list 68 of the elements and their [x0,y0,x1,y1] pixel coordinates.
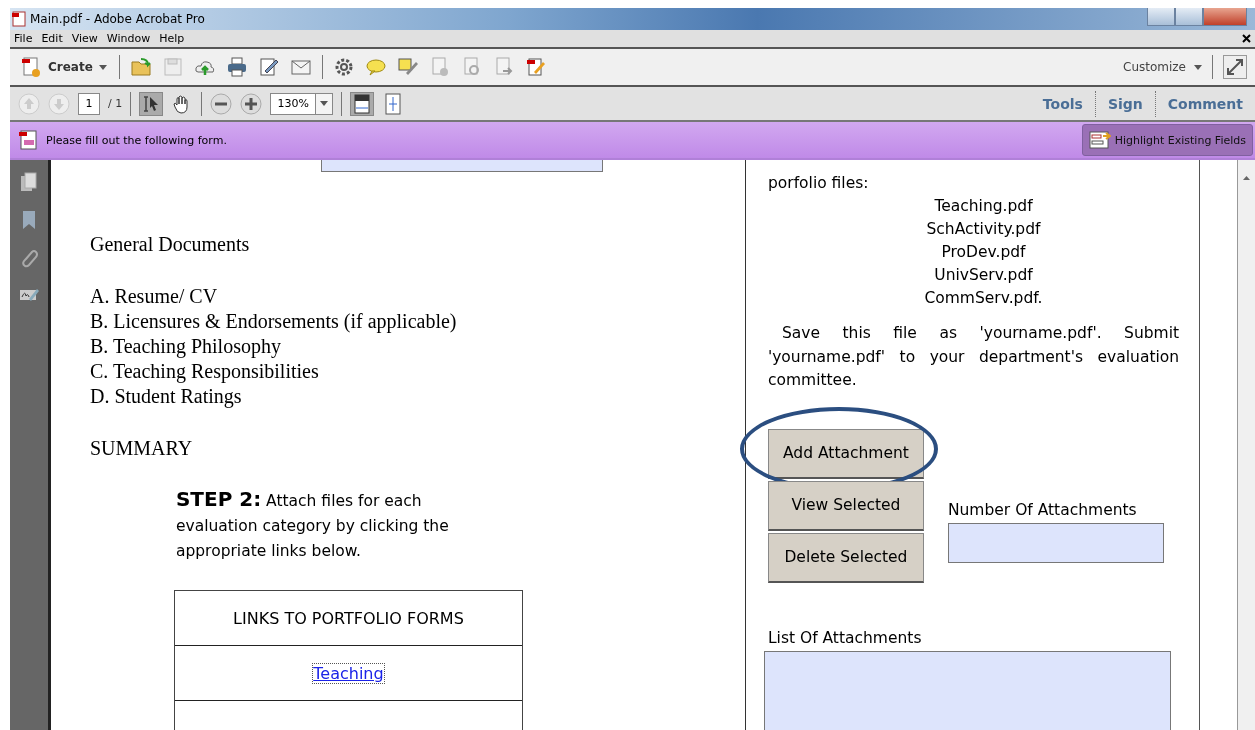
pane-tab[interactable]: Comment [1163,95,1247,112]
highlight-fields-button[interactable]: Highlight Existing Fields [1081,124,1253,156]
paragraph-text: Save this file as 'yourname.pdf'. Submit 'yourname.pdf' to your department's evaluation committee. [767,323,1180,391]
folder-icon[interactable] [129,56,152,78]
pane-tab[interactable]: Tools [1038,95,1087,112]
document-pen-icon[interactable] [257,56,280,78]
portfolio-link[interactable]: Teaching [313,663,384,683]
fields-icon [1088,131,1111,149]
list-item: C. Teaching Responsibilities [89,359,320,384]
form-button[interactable]: View Selected [767,480,924,531]
zoom-in-icon[interactable] [240,92,263,115]
page-number-field[interactable]: 1 [78,92,100,115]
table-header: LINKS TO PORTFOLIO FORMS [174,591,522,646]
list-item: B. Licensures & Endorsements (if applicable) [89,309,458,334]
signature-icon[interactable] [18,286,39,302]
menu-item[interactable]: Window [106,32,156,45]
scroll-up-icon[interactable] [1243,176,1250,180]
restore-button[interactable] [1175,8,1203,26]
expand-icon[interactable] [1223,55,1247,79]
file-name: CommServ.pdf. [923,288,1044,309]
text-field[interactable] [320,160,603,172]
file-name: Teaching.pdf [933,196,1034,217]
file-name: UnivServ.pdf [933,265,1034,286]
fit-width-icon[interactable] [350,91,375,116]
caret-icon [320,101,329,106]
form-message: Please fill out the following form. [46,133,227,147]
list-item: D. Student Ratings [89,384,243,409]
select-cursor-icon[interactable] [139,91,164,116]
file-name: ProDev.pdf [940,242,1027,263]
bookmark-icon[interactable] [20,210,37,230]
section-heading: SUMMARY [89,436,194,461]
field-label: List Of Attachments [767,627,923,649]
zoom-out-icon[interactable] [210,92,233,115]
page-count: / 1 [108,97,123,110]
menu-item[interactable]: Edit [41,32,68,45]
section-heading: General Documents [89,232,251,257]
paperclip-icon[interactable] [19,248,38,268]
menu-item[interactable]: View [71,32,103,45]
pane-tab[interactable]: Sign [1103,95,1147,112]
close-document-icon[interactable] [1242,34,1251,43]
customize-button[interactable]: Customize [1123,60,1202,74]
list-item: A. Resume/ CV [89,284,219,309]
menu-item[interactable]: Help [159,32,190,45]
document-gear-icon [20,56,42,78]
form-button[interactable]: Delete Selected [767,532,924,583]
field-label: Number Of Attachments [947,499,1138,521]
step-instructions: STEP 2: Attach files for each evaluation category by clicking the appropriate links below. [175,487,450,562]
paragraph-text: porfolio files: [767,173,870,194]
pdf-file-icon [12,11,26,27]
close-button[interactable] [1203,8,1247,26]
create-button[interactable]: Create [18,54,109,80]
minimize-button[interactable] [1147,8,1175,26]
form-button[interactable]: Add Attachment [767,428,924,479]
speech-bubble-icon[interactable] [364,56,387,78]
scrollbar[interactable] [1238,160,1255,730]
menu-item[interactable]: File [14,32,38,45]
attachment-list-field[interactable] [763,650,1171,730]
form-edit-icon[interactable] [524,56,547,78]
form-icon [18,129,38,151]
list-item: B. Teaching Philosophy [89,334,282,359]
file-name: SchActivity.pdf [925,219,1042,240]
window-title: Main.pdf - Adobe Acrobat Pro [30,12,205,26]
zoom-dropdown[interactable]: 130% [270,92,334,115]
pages-icon[interactable] [19,172,38,192]
caret-icon [1194,64,1202,70]
caret-icon [98,64,107,70]
printer-icon[interactable] [225,56,248,78]
attachment-count-field[interactable] [947,522,1164,563]
